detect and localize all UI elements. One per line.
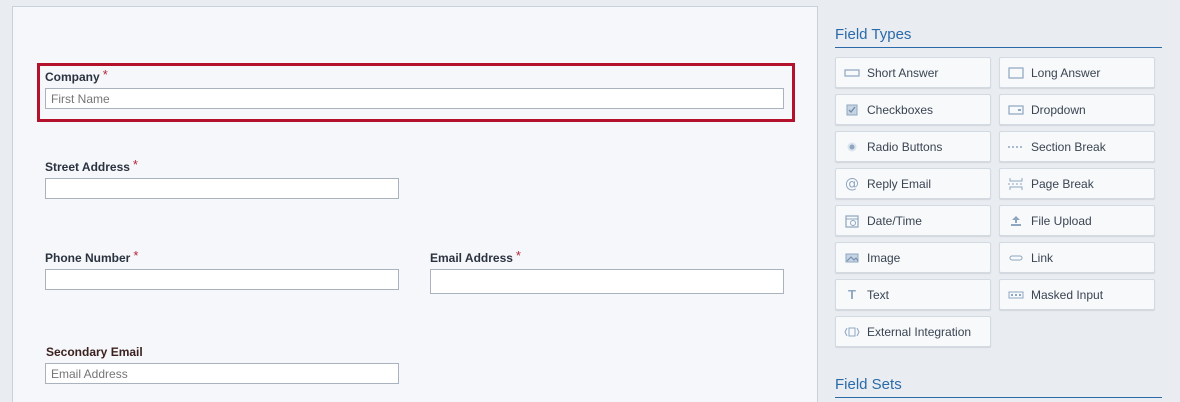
phone-number-label: Phone Number (45, 251, 131, 265)
field-type-label: Page Break (1031, 176, 1094, 191)
upload-icon (1007, 215, 1025, 227)
field-type-label: Link (1031, 250, 1054, 265)
street-address-label: Street Address (45, 160, 130, 174)
integration-icon (843, 326, 861, 338)
street-address-input[interactable] (45, 178, 399, 199)
field-type-label: File Upload (1031, 213, 1092, 228)
field-type-link[interactable]: Link (999, 242, 1155, 273)
field-type-date-time[interactable]: Date/Time (835, 205, 991, 236)
required-marker: * (132, 157, 138, 172)
field-type-label: Short Answer (867, 65, 939, 80)
field-type-label: Reply Email (867, 176, 932, 191)
phone-number-field: Phone Number * (45, 248, 139, 267)
long-answer-icon (1007, 66, 1025, 79)
field-type-label: External Integration (867, 324, 972, 339)
field-type-label: Masked Input (1031, 287, 1104, 302)
field-sets-divider (835, 397, 1162, 398)
company-field: Company * (45, 67, 108, 86)
calendar-icon (843, 214, 861, 228)
field-type-label: Date/Time (867, 213, 922, 228)
field-type-label: Image (867, 250, 901, 265)
field-types-divider (835, 47, 1162, 48)
field-type-checkboxes[interactable]: Checkboxes (835, 94, 991, 125)
field-type-label: Long Answer (1031, 65, 1101, 80)
field-type-reply-email[interactable]: @ Reply Email (835, 168, 991, 199)
field-type-file-upload[interactable]: File Upload (999, 205, 1155, 236)
required-marker: * (102, 67, 108, 82)
field-type-dropdown[interactable]: Dropdown (999, 94, 1155, 125)
field-types-title: Field Types (835, 26, 912, 43)
email-address-label: Email Address (430, 251, 513, 265)
field-type-label: Checkboxes (867, 102, 934, 117)
radio-icon (843, 141, 861, 153)
secondary-email-input[interactable] (45, 363, 399, 384)
email-address-input[interactable] (430, 269, 784, 294)
field-type-short-answer[interactable]: Short Answer (835, 57, 991, 88)
link-icon (1007, 255, 1025, 261)
field-type-text[interactable]: T Text (835, 279, 991, 310)
dropdown-icon (1007, 104, 1025, 115)
section-break-icon (1007, 145, 1025, 149)
form-canvas: Company* Street Address* Phone Number* E… (12, 6, 818, 402)
secondary-email-field: Secondary Email (46, 343, 143, 361)
field-type-label: Radio Buttons (867, 139, 943, 154)
phone-number-input[interactable] (45, 269, 399, 290)
field-sets-title: Field Sets (835, 376, 902, 393)
field-type-masked-input[interactable]: Masked Input (999, 279, 1155, 310)
text-icon: T (848, 287, 856, 302)
secondary-email-label: Secondary Email (46, 345, 143, 359)
field-type-label: Section Break (1031, 139, 1106, 154)
short-answer-icon (843, 68, 861, 78)
checkbox-icon (843, 104, 861, 116)
field-type-image[interactable]: Image (835, 242, 991, 273)
field-type-external-integration[interactable]: External Integration (835, 316, 991, 347)
field-type-long-answer[interactable]: Long Answer (999, 57, 1155, 88)
image-icon (843, 252, 861, 264)
required-marker: * (515, 248, 521, 263)
field-type-radio-buttons[interactable]: Radio Buttons (835, 131, 991, 162)
field-type-label: Text (867, 287, 890, 302)
page-break-icon (1007, 177, 1025, 191)
email-address-field: Email Address * (430, 248, 521, 267)
field-type-section-break[interactable]: Section Break (999, 131, 1155, 162)
masked-input-icon (1007, 291, 1025, 299)
required-marker: * (133, 248, 139, 263)
company-label: Company (45, 70, 100, 84)
field-type-label: Dropdown (1031, 102, 1086, 117)
street-address-field: Street Address * (45, 157, 138, 176)
at-sign-icon: @ (845, 175, 859, 192)
company-input[interactable] (45, 88, 784, 109)
field-type-page-break[interactable]: Page Break (999, 168, 1155, 199)
